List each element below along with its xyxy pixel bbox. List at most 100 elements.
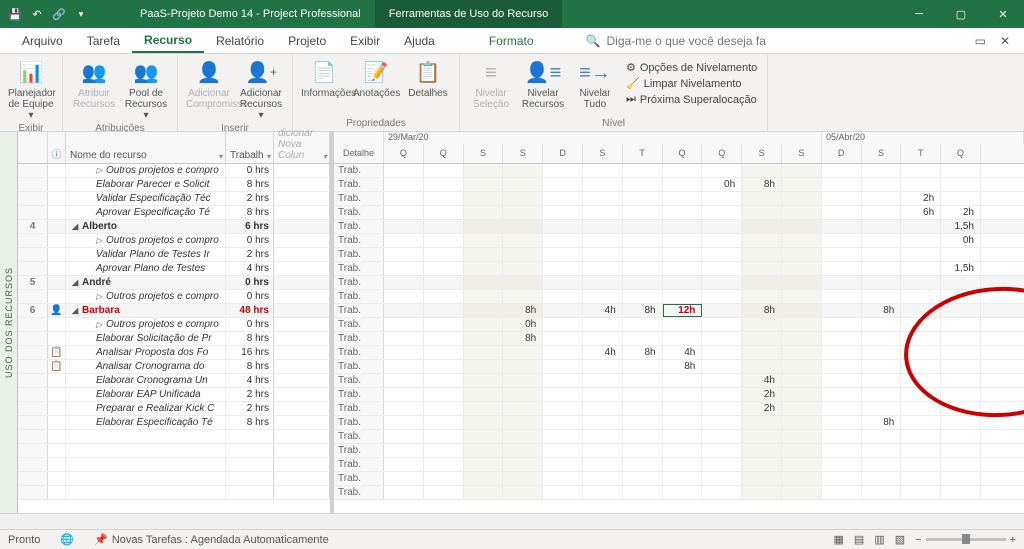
time-cell[interactable] bbox=[663, 234, 703, 247]
time-cell[interactable] bbox=[583, 444, 623, 457]
time-cell[interactable] bbox=[543, 402, 583, 415]
time-cell[interactable] bbox=[503, 444, 543, 457]
time-cell[interactable] bbox=[623, 472, 663, 485]
time-cell[interactable] bbox=[503, 430, 543, 443]
time-cell[interactable] bbox=[702, 458, 742, 471]
work-cell[interactable]: 8 hrs bbox=[226, 206, 274, 219]
resource-name-cell[interactable]: ▷Outros projetos e compro bbox=[66, 234, 226, 247]
tab-exibir[interactable]: Exibir bbox=[338, 28, 392, 53]
time-cell[interactable] bbox=[384, 402, 424, 415]
timephased-row[interactable]: Trab.0h bbox=[334, 318, 1024, 332]
time-cell[interactable] bbox=[742, 164, 782, 177]
work-cell[interactable]: 8 hrs bbox=[226, 360, 274, 373]
time-cell[interactable] bbox=[941, 430, 981, 443]
table-row[interactable]: Validar Plano de Testes Ir2 hrs bbox=[18, 248, 330, 262]
time-cell[interactable] bbox=[384, 304, 424, 317]
table-row[interactable] bbox=[18, 458, 330, 472]
time-cell[interactable] bbox=[782, 430, 822, 443]
time-cell[interactable] bbox=[384, 318, 424, 331]
time-cell[interactable] bbox=[822, 318, 862, 331]
time-cell[interactable] bbox=[623, 430, 663, 443]
time-cell[interactable] bbox=[901, 486, 941, 499]
time-cell[interactable] bbox=[503, 276, 543, 289]
time-cell[interactable] bbox=[862, 402, 902, 415]
time-cell[interactable] bbox=[583, 458, 623, 471]
row-index[interactable]: 5 bbox=[18, 276, 48, 289]
time-cell[interactable]: 2h bbox=[901, 192, 941, 205]
timephased-row[interactable]: Trab.1,5h bbox=[334, 262, 1024, 276]
time-cell[interactable] bbox=[702, 388, 742, 401]
work-cell[interactable] bbox=[226, 430, 274, 443]
time-cell[interactable] bbox=[901, 276, 941, 289]
time-cell[interactable] bbox=[742, 458, 782, 471]
time-cell[interactable] bbox=[543, 458, 583, 471]
time-cell[interactable] bbox=[742, 276, 782, 289]
time-cell[interactable] bbox=[543, 374, 583, 387]
time-cell[interactable] bbox=[782, 234, 822, 247]
time-cell[interactable] bbox=[503, 402, 543, 415]
time-cell[interactable] bbox=[543, 220, 583, 233]
resource-name-cell[interactable]: Validar Plano de Testes Ir bbox=[66, 248, 226, 261]
time-cell[interactable] bbox=[782, 262, 822, 275]
table-row[interactable] bbox=[18, 430, 330, 444]
time-cell[interactable] bbox=[941, 290, 981, 303]
work-cell[interactable] bbox=[226, 472, 274, 485]
resource-name-cell[interactable] bbox=[66, 472, 226, 485]
time-cell[interactable] bbox=[702, 192, 742, 205]
time-cell[interactable]: 8h bbox=[623, 346, 663, 359]
time-cell[interactable] bbox=[742, 346, 782, 359]
time-cell[interactable] bbox=[782, 192, 822, 205]
time-cell[interactable] bbox=[941, 318, 981, 331]
time-cell[interactable] bbox=[822, 206, 862, 219]
time-cell[interactable] bbox=[384, 346, 424, 359]
add-column-cell[interactable] bbox=[274, 402, 330, 415]
time-cell[interactable] bbox=[623, 486, 663, 499]
time-cell[interactable]: 8h bbox=[862, 304, 902, 317]
time-cell[interactable] bbox=[583, 234, 623, 247]
time-cell[interactable] bbox=[503, 290, 543, 303]
time-cell[interactable] bbox=[702, 444, 742, 457]
resource-name-cell[interactable]: Elaborar Parecer e Solicit bbox=[66, 178, 226, 191]
work-cell[interactable]: 2 hrs bbox=[226, 402, 274, 415]
information-button[interactable]: 📄 Informações bbox=[299, 56, 349, 101]
time-cell[interactable] bbox=[583, 486, 623, 499]
row-index[interactable] bbox=[18, 290, 48, 303]
time-cell[interactable] bbox=[543, 360, 583, 373]
time-cell[interactable] bbox=[543, 416, 583, 429]
time-cell[interactable] bbox=[702, 234, 742, 247]
time-cell[interactable] bbox=[503, 220, 543, 233]
table-row[interactable]: ▷Outros projetos e compro0 hrs bbox=[18, 234, 330, 248]
time-cell[interactable] bbox=[822, 192, 862, 205]
time-cell[interactable] bbox=[941, 164, 981, 177]
row-index[interactable]: 4 bbox=[18, 220, 48, 233]
tab-recurso[interactable]: Recurso bbox=[132, 28, 204, 53]
timephased-row[interactable]: Trab. bbox=[334, 472, 1024, 486]
save-icon[interactable]: 💾 bbox=[4, 3, 26, 25]
add-column-cell[interactable] bbox=[274, 472, 330, 485]
time-cell[interactable] bbox=[543, 332, 583, 345]
time-cell[interactable] bbox=[543, 346, 583, 359]
timephased-row[interactable]: Trab. bbox=[334, 276, 1024, 290]
time-cell[interactable] bbox=[623, 444, 663, 457]
work-cell[interactable]: 8 hrs bbox=[226, 332, 274, 345]
time-cell[interactable] bbox=[543, 192, 583, 205]
resource-name-cell[interactable]: ◢André bbox=[66, 276, 226, 289]
time-cell[interactable] bbox=[384, 276, 424, 289]
view-shortcut-1[interactable]: ▦ bbox=[834, 533, 844, 546]
resource-name-cell[interactable]: ▷Outros projetos e compro bbox=[66, 164, 226, 177]
time-cell[interactable] bbox=[901, 318, 941, 331]
add-column-cell[interactable] bbox=[274, 248, 330, 261]
time-cell[interactable] bbox=[862, 262, 902, 275]
time-cell[interactable] bbox=[862, 374, 902, 387]
add-column-cell[interactable] bbox=[274, 304, 330, 317]
time-cell[interactable] bbox=[702, 332, 742, 345]
timephased-row[interactable]: Trab.0h bbox=[334, 234, 1024, 248]
time-cell[interactable] bbox=[822, 388, 862, 401]
time-cell[interactable] bbox=[663, 416, 703, 429]
add-column-cell[interactable] bbox=[274, 332, 330, 345]
view-shortcut-2[interactable]: ▤ bbox=[854, 533, 864, 546]
time-cell[interactable] bbox=[742, 472, 782, 485]
time-cell[interactable] bbox=[503, 346, 543, 359]
time-cell[interactable] bbox=[543, 430, 583, 443]
time-cell[interactable] bbox=[424, 318, 464, 331]
